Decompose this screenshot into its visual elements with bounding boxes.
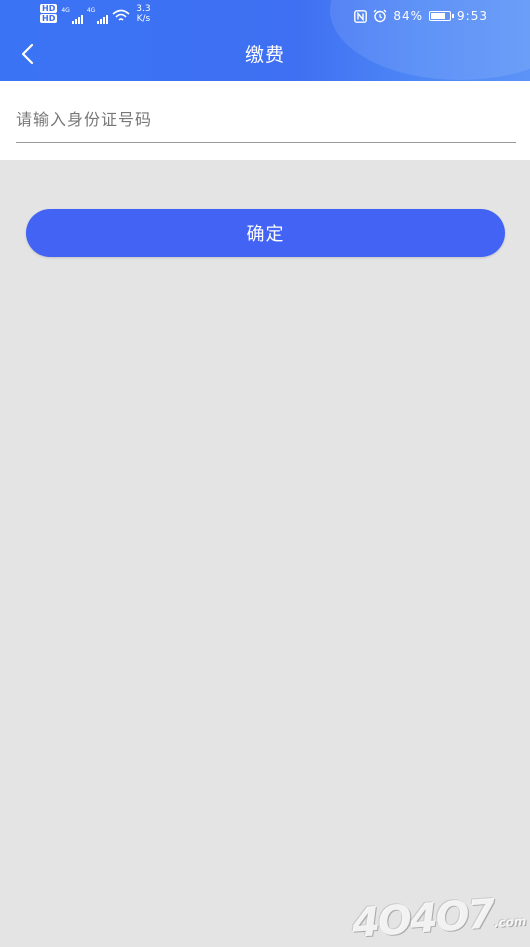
site-watermark: 4О4О7.com (351, 889, 528, 947)
status-bar: HD HD 4G 4G 3.3 K/s 84% 9:53 (0, 0, 530, 30)
speed-unit: K/s (136, 14, 151, 24)
app-header: HD HD 4G 4G 3.3 K/s 84% 9:53 缴费 (0, 0, 530, 81)
watermark-text: 4О4О7 (350, 891, 496, 947)
battery-percent: 84% (393, 9, 424, 23)
nfc-icon (354, 9, 368, 23)
id-form (0, 81, 530, 160)
speed-value: 3.3 (136, 4, 151, 14)
clock: 9:53 (457, 9, 488, 23)
hd-icon: HD (40, 4, 58, 13)
network-speed: 3.3 K/s (136, 4, 150, 24)
id-number-input[interactable] (16, 103, 516, 143)
battery-icon (429, 11, 455, 21)
confirm-button-label: 确定 (246, 224, 285, 245)
confirm-button[interactable]: 确定 (26, 209, 505, 257)
network-type: 4G (86, 7, 96, 14)
hd-icon: HD (40, 14, 58, 23)
page-title: 缴费 (244, 44, 285, 66)
wifi-icon (112, 9, 130, 21)
watermark-suffix: .com (493, 913, 527, 931)
network-type: 4G (61, 7, 70, 14)
signal-icon: 4G (61, 4, 83, 24)
hd-icons: HD HD (40, 4, 58, 23)
battery-fill (431, 13, 446, 19)
status-left: HD HD 4G 4G 3.3 K/s (40, 4, 151, 24)
nav-bar: 缴费 (0, 30, 530, 81)
signal-icon: 4G (86, 4, 109, 24)
alarm-icon (373, 9, 387, 23)
status-right: 84% 9:53 (354, 9, 488, 23)
